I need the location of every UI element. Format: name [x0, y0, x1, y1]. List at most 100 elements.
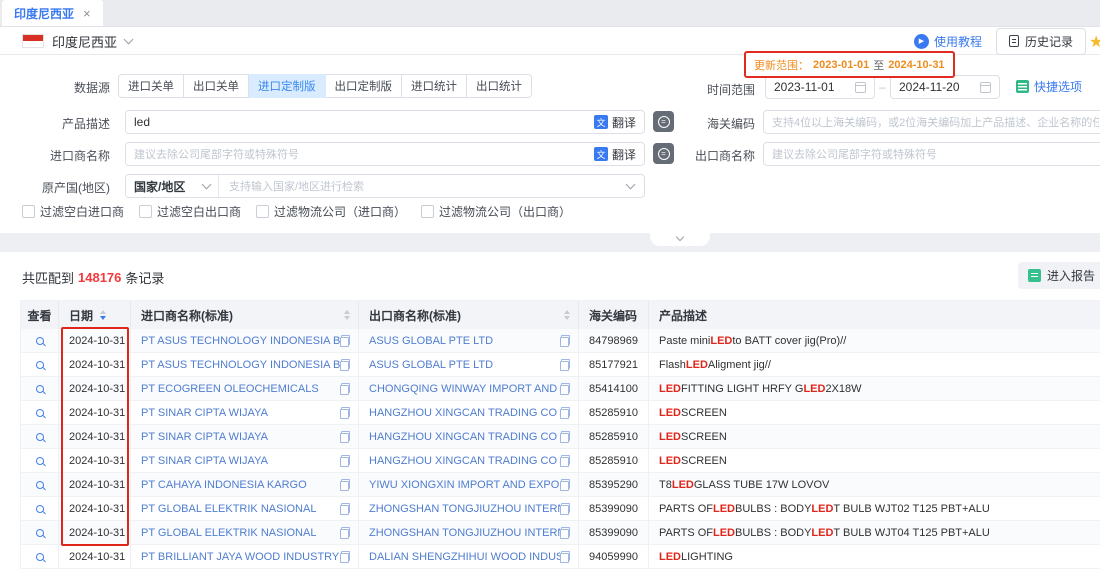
origin-type-select[interactable]: 国家/地区 [126, 175, 219, 197]
importer-name-label: 进口商名称 [0, 147, 110, 164]
copy-icon[interactable] [340, 455, 350, 467]
enter-report-button[interactable]: 进入报告 [1018, 262, 1100, 289]
quick-options-link[interactable]: 快捷选项 [1016, 78, 1082, 95]
copy-icon[interactable] [340, 551, 350, 563]
copy-icon[interactable] [340, 431, 350, 443]
tab-close-icon[interactable]: × [83, 6, 91, 21]
view-magnifier-icon[interactable] [36, 433, 44, 441]
checkbox-filter-blank-exporter[interactable]: 过滤空白出口商 [139, 203, 241, 220]
importer-link[interactable]: PT ASUS TECHNOLOGY INDONESIA BA... [141, 335, 340, 347]
tab-export-declaration[interactable]: 出口关单 [184, 74, 249, 98]
copy-icon[interactable] [340, 407, 350, 419]
exporter-link[interactable]: YIWU XIONGXIN IMPORT AND EXPORT... [369, 479, 560, 491]
importer-link[interactable]: PT ASUS TECHNOLOGY INDONESIA BA... [141, 359, 340, 371]
copy-icon[interactable] [560, 503, 570, 515]
end-date-input[interactable] [890, 75, 1000, 99]
exporter-link[interactable]: DALIAN SHENGZHIHUI WOOD INDUST... [369, 551, 560, 563]
product-desc-input[interactable] [134, 115, 588, 129]
view-magnifier-icon[interactable] [36, 553, 44, 561]
importer-link[interactable]: PT GLOBAL ELEKTRIK NASIONAL [141, 503, 316, 515]
history-button[interactable]: 历史记录 [996, 28, 1086, 55]
favorite-star-icon[interactable]: ★ [1089, 32, 1100, 52]
view-cell [21, 425, 59, 448]
copy-icon[interactable] [340, 479, 350, 491]
product-desc-cell: T8 LED GLASS TUBE 17W LOVOV [649, 473, 1100, 496]
table-row: 2024-10-31 PT ASUS TECHNOLOGY INDONESIA B… [21, 353, 1100, 377]
exporter-link[interactable]: CHONGQING WINWAY IMPORT AND E... [369, 383, 560, 395]
exporter-link[interactable]: ASUS GLOBAL PTE LTD [369, 335, 493, 347]
importer-link[interactable]: PT BRILLIANT JAYA WOOD INDUSTRY [141, 551, 339, 563]
tutorial-link[interactable]: ▶ 使用教程 [914, 33, 982, 50]
copy-icon[interactable] [340, 359, 350, 371]
exporter-link[interactable]: HANGZHOU XINGCAN TRADING CO LTD [369, 431, 560, 443]
copy-icon[interactable] [340, 503, 350, 515]
copy-icon[interactable] [560, 383, 570, 395]
exporter-name-input[interactable] [772, 147, 1099, 161]
tab-indonesia[interactable]: 印度尼西亚 × [2, 0, 103, 26]
view-magnifier-icon[interactable] [36, 457, 44, 465]
copy-icon[interactable] [340, 527, 350, 539]
checkbox-filter-logistics-exporter[interactable]: 过滤物流公司（出口商） [421, 203, 571, 220]
header-date[interactable]: 日期 [59, 301, 131, 329]
data-source-tabs: 进口关单 出口关单 进口定制版 出口定制版 进口统计 出口统计 [118, 74, 532, 98]
checkbox-icon[interactable] [256, 205, 269, 218]
end-date-value[interactable] [899, 80, 974, 94]
importer-link[interactable]: PT SINAR CIPTA WIJAYA [141, 431, 268, 443]
checkbox-icon[interactable] [421, 205, 434, 218]
date-cell: 2024-10-31 [59, 353, 131, 376]
checkbox-icon[interactable] [22, 205, 35, 218]
copy-icon[interactable] [340, 383, 350, 395]
chevron-down-icon [124, 35, 134, 45]
tab-export-statistics[interactable]: 出口统计 [467, 74, 532, 98]
exporter-link[interactable]: HANGZHOU XINGCAN TRADING CO LTD [369, 407, 560, 419]
copy-icon[interactable] [560, 431, 570, 443]
importer-name-input[interactable] [134, 147, 588, 161]
tab-import-statistics[interactable]: 进口统计 [402, 74, 467, 98]
importer-link[interactable]: PT GLOBAL ELEKTRIK NASIONAL [141, 527, 316, 539]
view-magnifier-icon[interactable] [36, 361, 44, 369]
view-magnifier-icon[interactable] [36, 337, 44, 345]
exporter-link[interactable]: HANGZHOU XINGCAN TRADING CO LTD [369, 455, 560, 467]
view-magnifier-icon[interactable] [36, 385, 44, 393]
copy-icon[interactable] [560, 455, 570, 467]
importer-link[interactable]: PT ECOGREEN OLEOCHEMICALS [141, 383, 319, 395]
view-magnifier-icon[interactable] [36, 409, 44, 417]
sort-icon[interactable] [564, 310, 570, 320]
copy-icon[interactable] [340, 335, 350, 347]
importer-link[interactable]: PT SINAR CIPTA WIJAYA [141, 455, 268, 467]
collapse-button[interactable] [650, 233, 710, 246]
start-date-input[interactable] [765, 75, 875, 99]
importer-link[interactable]: PT CAHAYA INDONESIA KARGO [141, 479, 307, 491]
copy-icon[interactable] [560, 335, 570, 347]
checkbox-label: 过滤物流公司（进口商） [274, 203, 406, 220]
view-magnifier-icon[interactable] [36, 481, 44, 489]
copy-icon[interactable] [560, 479, 570, 491]
sort-icon[interactable] [100, 310, 106, 320]
view-magnifier-icon[interactable] [36, 505, 44, 513]
view-magnifier-icon[interactable] [36, 529, 44, 537]
copy-icon[interactable] [560, 551, 570, 563]
tab-import-declaration[interactable]: 进口关单 [118, 74, 184, 98]
origin-search-input[interactable]: 支持输入国家/地区进行检索 [219, 178, 627, 194]
sort-icon[interactable] [344, 310, 350, 320]
exporter-link[interactable]: ZHONGSHAN TONGJIUZHOU INTERNA... [369, 527, 560, 539]
checkbox-filter-logistics-importer[interactable]: 过滤物流公司（进口商） [256, 203, 406, 220]
start-date-value[interactable] [774, 80, 849, 94]
copy-icon[interactable] [560, 527, 570, 539]
hs-code-input[interactable] [772, 115, 1099, 129]
tab-import-custom[interactable]: 进口定制版 [249, 74, 326, 98]
translate-button[interactable]: 文 翻译 [594, 114, 636, 131]
header-importer[interactable]: 进口商名称(标准) [131, 301, 359, 329]
header-exporter[interactable]: 出口商名称(标准) [359, 301, 579, 329]
tab-export-custom[interactable]: 出口定制版 [326, 74, 403, 98]
exporter-link[interactable]: ZHONGSHAN TONGJIUZHOU INTERNA... [369, 503, 560, 515]
importer-link[interactable]: PT SINAR CIPTA WIJAYA [141, 407, 268, 419]
translate-button[interactable]: 文 翻译 [594, 146, 636, 163]
country-selector[interactable]: 印度尼西亚 [22, 32, 132, 51]
checkbox-filter-blank-importer[interactable]: 过滤空白进口商 [22, 203, 124, 220]
checkbox-icon[interactable] [139, 205, 152, 218]
exporter-link[interactable]: ASUS GLOBAL PTE LTD [369, 359, 493, 371]
results-table: 查看 日期 进口商名称(标准) 出口商名称(标准) 海关编码 [20, 300, 1100, 569]
copy-icon[interactable] [560, 407, 570, 419]
copy-icon[interactable] [560, 359, 570, 371]
